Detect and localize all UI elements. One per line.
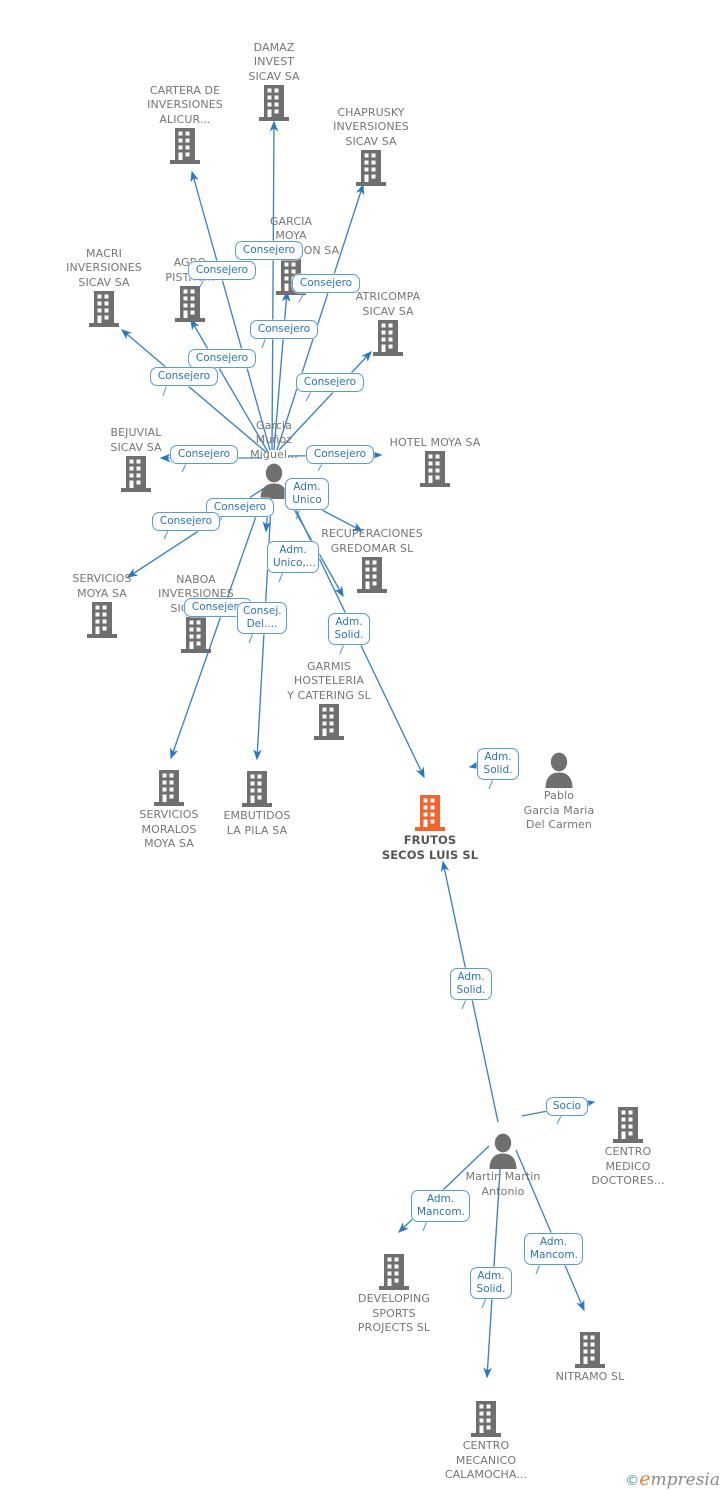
building-icon[interactable]: [125, 128, 245, 165]
relationship-label[interactable]: Consejero: [188, 261, 256, 280]
graph-node-centro_mecanico[interactable]: CENTRO MECANICO CALAMOCHA...: [426, 1401, 546, 1483]
graph-node-developing[interactable]: DEVELOPING SPORTS PROJECTS SL: [334, 1254, 454, 1336]
node-label: RECUPERACIONES GREDOMAR SL: [321, 527, 423, 555]
graph-node-embutidos[interactable]: EMBUTIDOS LA PILA SA: [197, 771, 317, 838]
building-icon[interactable]: [312, 557, 432, 594]
relationship-label[interactable]: Adm. Unico: [285, 478, 329, 510]
building-icon[interactable]: [328, 320, 448, 357]
graph-node-nitramo[interactable]: NITRAMO SL: [530, 1332, 650, 1385]
building-icon[interactable]: [375, 451, 495, 488]
relationship-label[interactable]: Consejero: [150, 367, 218, 386]
relationship-label[interactable]: Consejero: [152, 512, 220, 531]
node-label: Pablo Garcia Maria Del Carmen: [523, 789, 595, 831]
relationship-label[interactable]: Adm. Solid.: [477, 748, 519, 780]
relationship-label[interactable]: Adm. Unico,...: [267, 541, 319, 573]
relationship-label[interactable]: Consej. Del....: [237, 602, 287, 634]
node-label: HOTEL MOYA SA: [389, 435, 481, 449]
brand-name: mpresia: [650, 1470, 721, 1490]
building-icon[interactable]: [269, 704, 389, 741]
node-label: DAMAZ INVEST SICAV SA: [248, 40, 300, 83]
graph-node-centro_medico[interactable]: CENTRO MEDICO DOCTORES...: [568, 1107, 688, 1189]
node-label: ATRICOMPA SICAV SA: [355, 290, 421, 318]
graph-node-chaprusky[interactable]: CHAPRUSKY INVERSIONES SICAV SA: [311, 106, 431, 188]
graph-node-hotel_moya[interactable]: HOTEL MOYA SA: [375, 436, 495, 489]
empresia-watermark: ©empresia: [625, 1468, 720, 1490]
relationship-label[interactable]: Adm. Solid.: [450, 968, 492, 1000]
building-icon[interactable]: [370, 795, 490, 832]
node-label: CENTRO MEDICO DOCTORES...: [591, 1145, 665, 1187]
relationship-label[interactable]: Consejero: [170, 445, 238, 464]
node-label: DEVELOPING SPORTS PROJECTS SL: [357, 1292, 431, 1334]
building-icon[interactable]: [197, 771, 317, 808]
relationship-label[interactable]: Adm. Solid.: [328, 613, 370, 645]
node-label: EMBUTIDOS LA PILA SA: [223, 809, 291, 837]
node-label: FRUTOS SECOS LUIS SL: [381, 833, 479, 862]
relationship-graph: CARTERA DE INVERSIONES ALICUR... DAMAZ IN…: [0, 0, 728, 1500]
relationship-label[interactable]: Consejero: [296, 373, 364, 392]
relationship-label[interactable]: Consejero: [250, 320, 318, 339]
graph-node-frutos[interactable]: FRUTOS SECOS LUIS SL: [370, 795, 490, 862]
relationship-label[interactable]: Adm. Mancom.: [411, 1190, 470, 1222]
relationship-label[interactable]: Adm. Mancom.: [524, 1233, 583, 1265]
brand-initial: e: [639, 1468, 651, 1490]
relationship-label[interactable]: Adm. Solid.: [470, 1267, 512, 1299]
building-icon[interactable]: [426, 1401, 546, 1438]
building-icon[interactable]: [530, 1332, 650, 1369]
relationship-label[interactable]: Consejero: [188, 349, 256, 368]
graph-node-atricompa[interactable]: ATRICOMPA SICAV SA: [328, 290, 448, 357]
node-label: CHAPRUSKY INVERSIONES SICAV SA: [333, 105, 409, 148]
building-icon[interactable]: [334, 1254, 454, 1291]
node-label: GARMIS HOSTELERIA Y CATERING SL: [287, 659, 371, 702]
relationship-label[interactable]: Consejero: [292, 274, 360, 293]
building-icon[interactable]: [311, 150, 431, 187]
graph-node-garmis[interactable]: GARMIS HOSTELERIA Y CATERING SL: [269, 660, 389, 742]
node-label: NITRAMO SL: [555, 1370, 625, 1383]
relationship-label[interactable]: Socio: [546, 1097, 588, 1116]
person-icon[interactable]: [443, 1133, 563, 1169]
relationship-label[interactable]: Consejero: [306, 445, 374, 464]
node-label: CENTRO MECANICO CALAMOCHA...: [444, 1439, 528, 1481]
copyright-icon: ©: [625, 1473, 640, 1489]
relationship-label[interactable]: Consejero: [235, 241, 303, 260]
graph-node-recuperaciones[interactable]: RECUPERACIONES GREDOMAR SL: [312, 527, 432, 594]
